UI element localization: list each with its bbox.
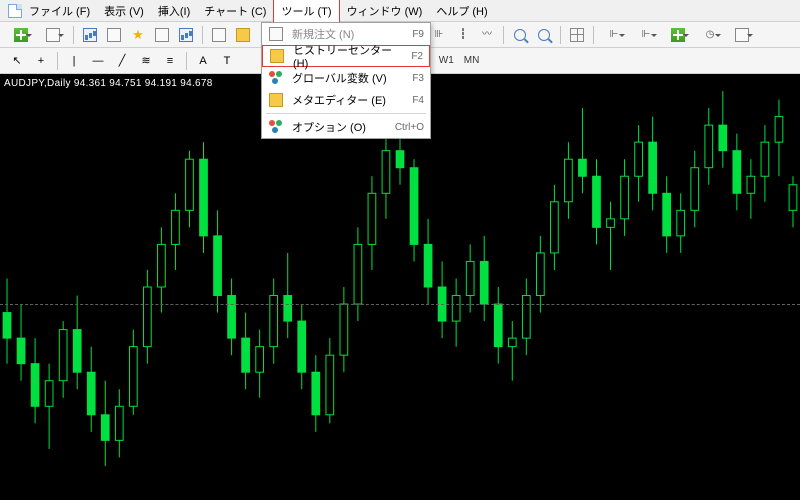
separator [73,26,74,44]
crosshair-button[interactable]: + [30,50,52,72]
menu-item-global-vars[interactable]: グローバル変数 (V) F3 [262,67,430,89]
chart-icon [83,28,97,42]
data-window-button[interactable] [103,24,125,46]
candle-icon: ┇ [460,30,466,40]
chart-symbol-label: AUDJPY,Daily 94.361 94.751 94.191 94.678 [4,78,213,89]
options-icon [268,119,284,135]
fibo-button[interactable]: ≡ [159,50,181,72]
menu-item-options[interactable]: オプション (O) Ctrl+O [262,116,430,138]
trend-icon: ╱ [119,54,126,67]
separator [186,52,187,70]
strategy-tester-button[interactable] [175,24,197,46]
metaeditor-button[interactable] [232,24,254,46]
separator [593,26,594,44]
autoscroll-button[interactable]: ⊩ [631,24,661,46]
new-order-toolbar[interactable] [208,24,230,46]
menu-help[interactable]: ヘルプ (H) [429,0,494,22]
periodicity-button[interactable]: ◷ [695,24,725,46]
hline-button[interactable]: — [87,50,109,72]
menu-chart[interactable]: チャート (C) [197,0,273,22]
template-icon [735,28,749,42]
tester-icon [179,28,193,42]
channel-icon: ≋ [141,54,150,67]
new-chart-button[interactable] [6,24,36,46]
globals-icon [268,70,284,86]
profile-icon [46,28,60,42]
menu-view[interactable]: 表示 (V) [97,0,151,22]
trendline-button[interactable]: ╱ [111,50,133,72]
separator [202,26,203,44]
templates-button[interactable] [727,24,757,46]
separator [503,26,504,44]
star-icon: ★ [131,28,145,42]
terminal-button[interactable] [151,24,173,46]
separator [560,26,561,44]
plus-icon [14,28,28,42]
menu-file[interactable]: ファイル (F) [22,0,97,22]
order-icon [212,28,226,42]
history-icon [269,48,285,64]
editor-icon [268,92,284,108]
box-icon [107,28,121,42]
timeframe-w1[interactable]: W1 [435,53,458,68]
menu-window[interactable]: ウィンドウ (W) [340,0,430,22]
vline-button[interactable]: | [63,50,85,72]
separator [57,52,58,70]
chart-hline [0,304,800,305]
menu-tools[interactable]: ツール (T) [273,0,339,23]
line-chart-button[interactable]: 〰 [476,24,498,46]
menu-insert[interactable]: 挿入(I) [151,0,197,22]
crosshair-icon: + [38,55,44,67]
vline-icon: | [73,55,76,67]
terminal-icon [155,28,169,42]
market-watch-button[interactable] [79,24,101,46]
profiles-button[interactable] [38,24,68,46]
grid-icon [570,28,584,42]
editor-icon [236,28,250,42]
fibo-icon: ≡ [167,55,173,67]
cursor-button[interactable]: ↖ [6,50,28,72]
clock-icon: ◷ [706,30,715,40]
tile-windows-button[interactable] [566,24,588,46]
menubar: ファイル (F) 表示 (V) 挿入(I) チャート (C) ツール (T) ウ… [0,0,800,22]
cursor-icon: ↖ [12,54,21,67]
plus-icon [671,28,685,42]
text-button[interactable]: A [192,50,214,72]
indicators-button[interactable] [663,24,693,46]
bar-icon: ⊪ [435,30,444,40]
menu-item-metaeditor[interactable]: メタエディター (E) F4 [262,89,430,111]
text-icon: A [199,55,206,67]
zoom-in-icon [514,29,526,41]
label-icon: T [224,55,231,67]
label-button[interactable]: T [216,50,238,72]
zoom-in-button[interactable] [509,24,531,46]
menu-separator [266,113,426,114]
app-icon [8,4,22,18]
channel-button[interactable]: ≋ [135,50,157,72]
line-icon: 〰 [482,30,492,40]
order-icon [268,26,284,42]
zoom-out-button[interactable] [533,24,555,46]
hline-icon: — [93,55,104,67]
candle-chart-button[interactable]: ┇ [452,24,474,46]
shift-button[interactable]: ⊩ [599,24,629,46]
shift-icon: ⊩ [610,30,619,40]
timeframe-mn[interactable]: MN [460,53,484,68]
bar-chart-button[interactable]: ⊪ [428,24,450,46]
navigator-button[interactable]: ★ [127,24,149,46]
tools-dropdown: 新規注文 (N) F9 ヒストリーセンター (H) F2 グローバル変数 (V)… [261,22,431,139]
zoom-out-icon [538,29,550,41]
scroll-icon: ⊩ [642,30,651,40]
menu-item-history-center[interactable]: ヒストリーセンター (H) F2 [262,45,430,67]
